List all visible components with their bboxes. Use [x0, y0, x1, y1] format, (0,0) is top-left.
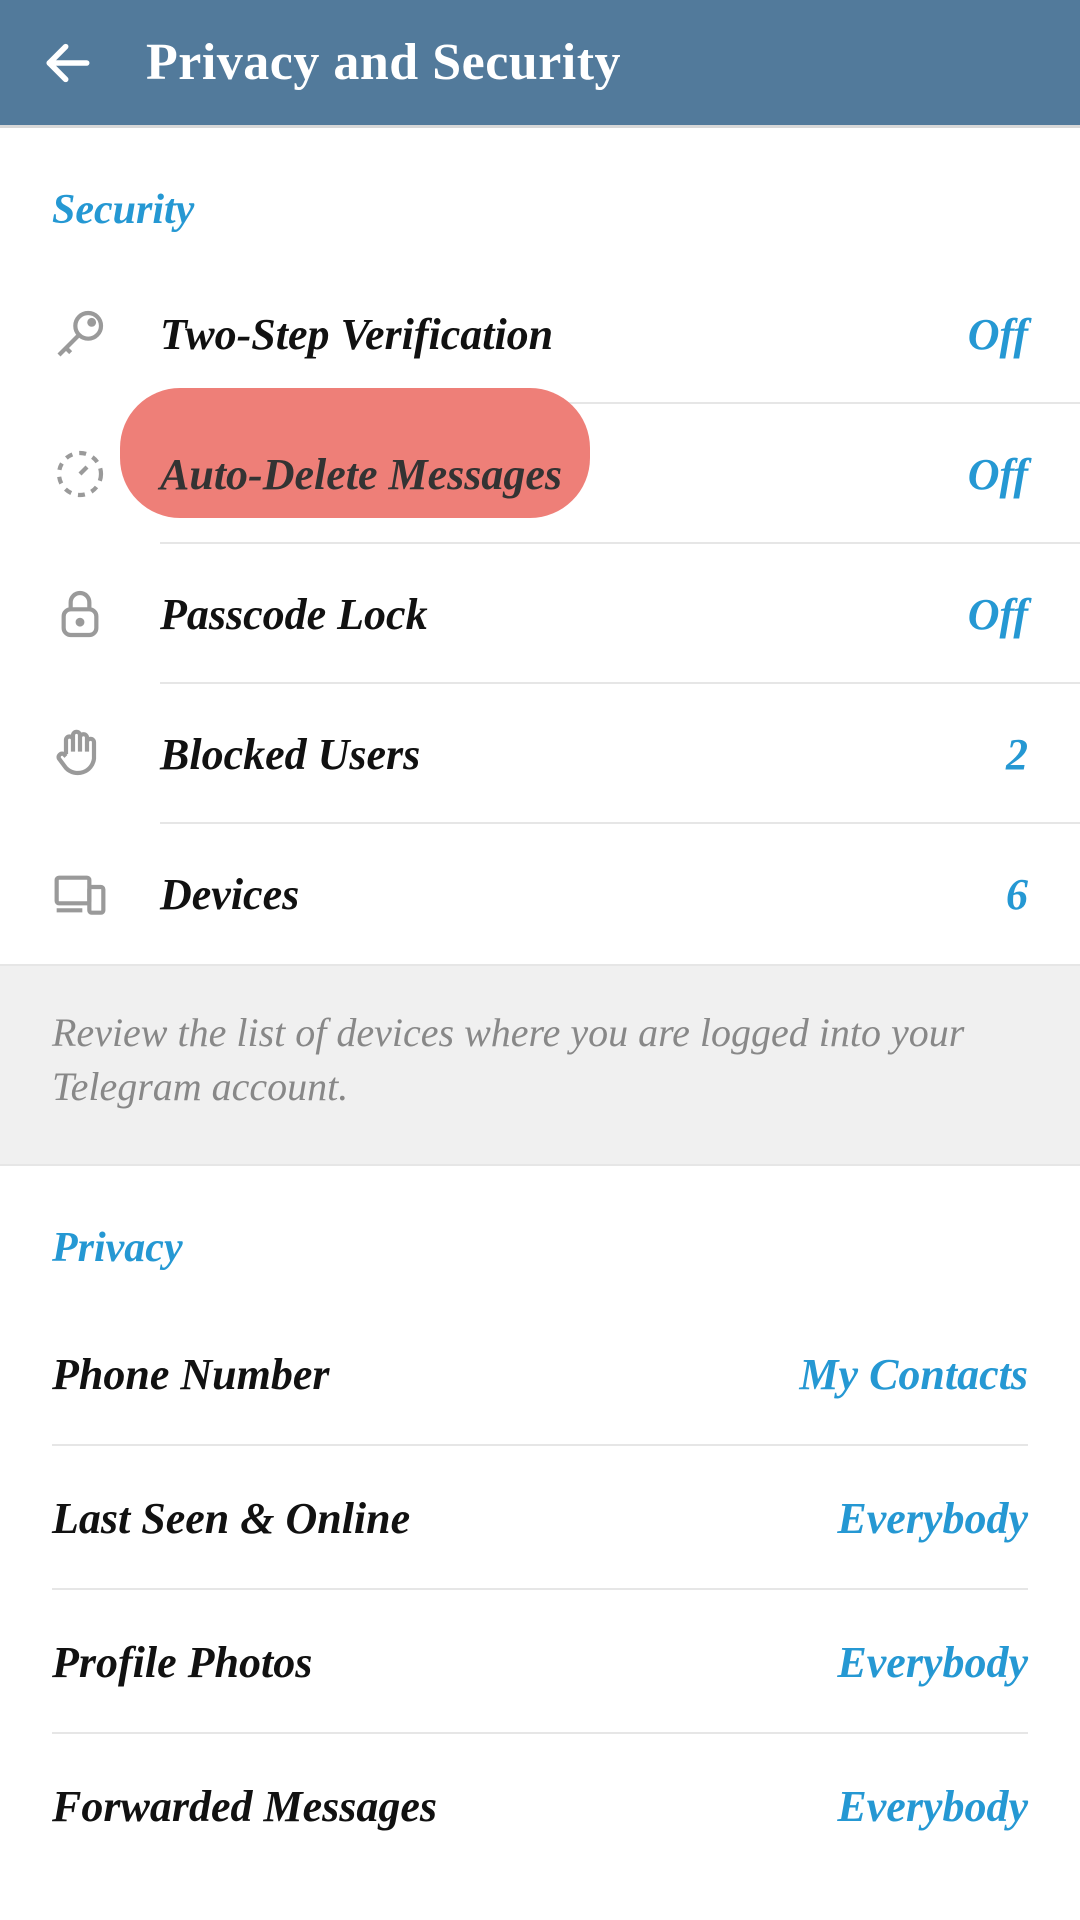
lock-icon: [52, 586, 160, 642]
page-title: Privacy and Security: [146, 33, 621, 92]
row-devices[interactable]: Devices 6: [0, 824, 1080, 964]
row-value: 2: [1006, 729, 1028, 780]
section-description: Review the list of devices where you are…: [0, 964, 1080, 1166]
row-two-step-verification[interactable]: Two-Step Verification Off: [0, 264, 1080, 404]
row-profile-photos[interactable]: Profile Photos Everybody: [0, 1590, 1080, 1734]
row-auto-delete-messages[interactable]: Auto-Delete Messages Off: [0, 404, 1080, 544]
row-value: My Contacts: [799, 1349, 1028, 1400]
row-label: Auto-Delete Messages: [160, 449, 968, 500]
row-label: Blocked Users: [160, 729, 1006, 780]
row-value: Off: [968, 309, 1028, 360]
row-label: Last Seen & Online: [52, 1493, 837, 1544]
row-forwarded-messages[interactable]: Forwarded Messages Everybody: [0, 1734, 1080, 1878]
row-label: Phone Number: [52, 1349, 799, 1400]
section-header-security: Security: [0, 128, 1080, 264]
row-label: Devices: [160, 869, 1006, 920]
row-phone-number[interactable]: Phone Number My Contacts: [0, 1302, 1080, 1446]
row-blocked-users[interactable]: Blocked Users 2: [0, 684, 1080, 824]
row-last-seen[interactable]: Last Seen & Online Everybody: [0, 1446, 1080, 1590]
devices-icon: [52, 866, 160, 922]
row-label: Forwarded Messages: [52, 1781, 837, 1832]
timer-icon: [52, 446, 160, 502]
row-value: Off: [968, 449, 1028, 500]
row-value: Everybody: [837, 1493, 1028, 1544]
hand-icon: [52, 726, 160, 782]
row-value: Everybody: [837, 1637, 1028, 1688]
section-header-privacy: Privacy: [0, 1166, 1080, 1302]
row-value: 6: [1006, 869, 1028, 920]
row-passcode-lock[interactable]: Passcode Lock Off: [0, 544, 1080, 684]
key-icon: [52, 306, 160, 362]
row-value: Off: [968, 589, 1028, 640]
row-label: Passcode Lock: [160, 589, 968, 640]
app-header: Privacy and Security: [0, 0, 1080, 128]
row-label: Two-Step Verification: [160, 309, 968, 360]
row-value: Everybody: [837, 1781, 1028, 1832]
row-label: Profile Photos: [52, 1637, 837, 1688]
back-arrow-icon[interactable]: [40, 35, 96, 91]
